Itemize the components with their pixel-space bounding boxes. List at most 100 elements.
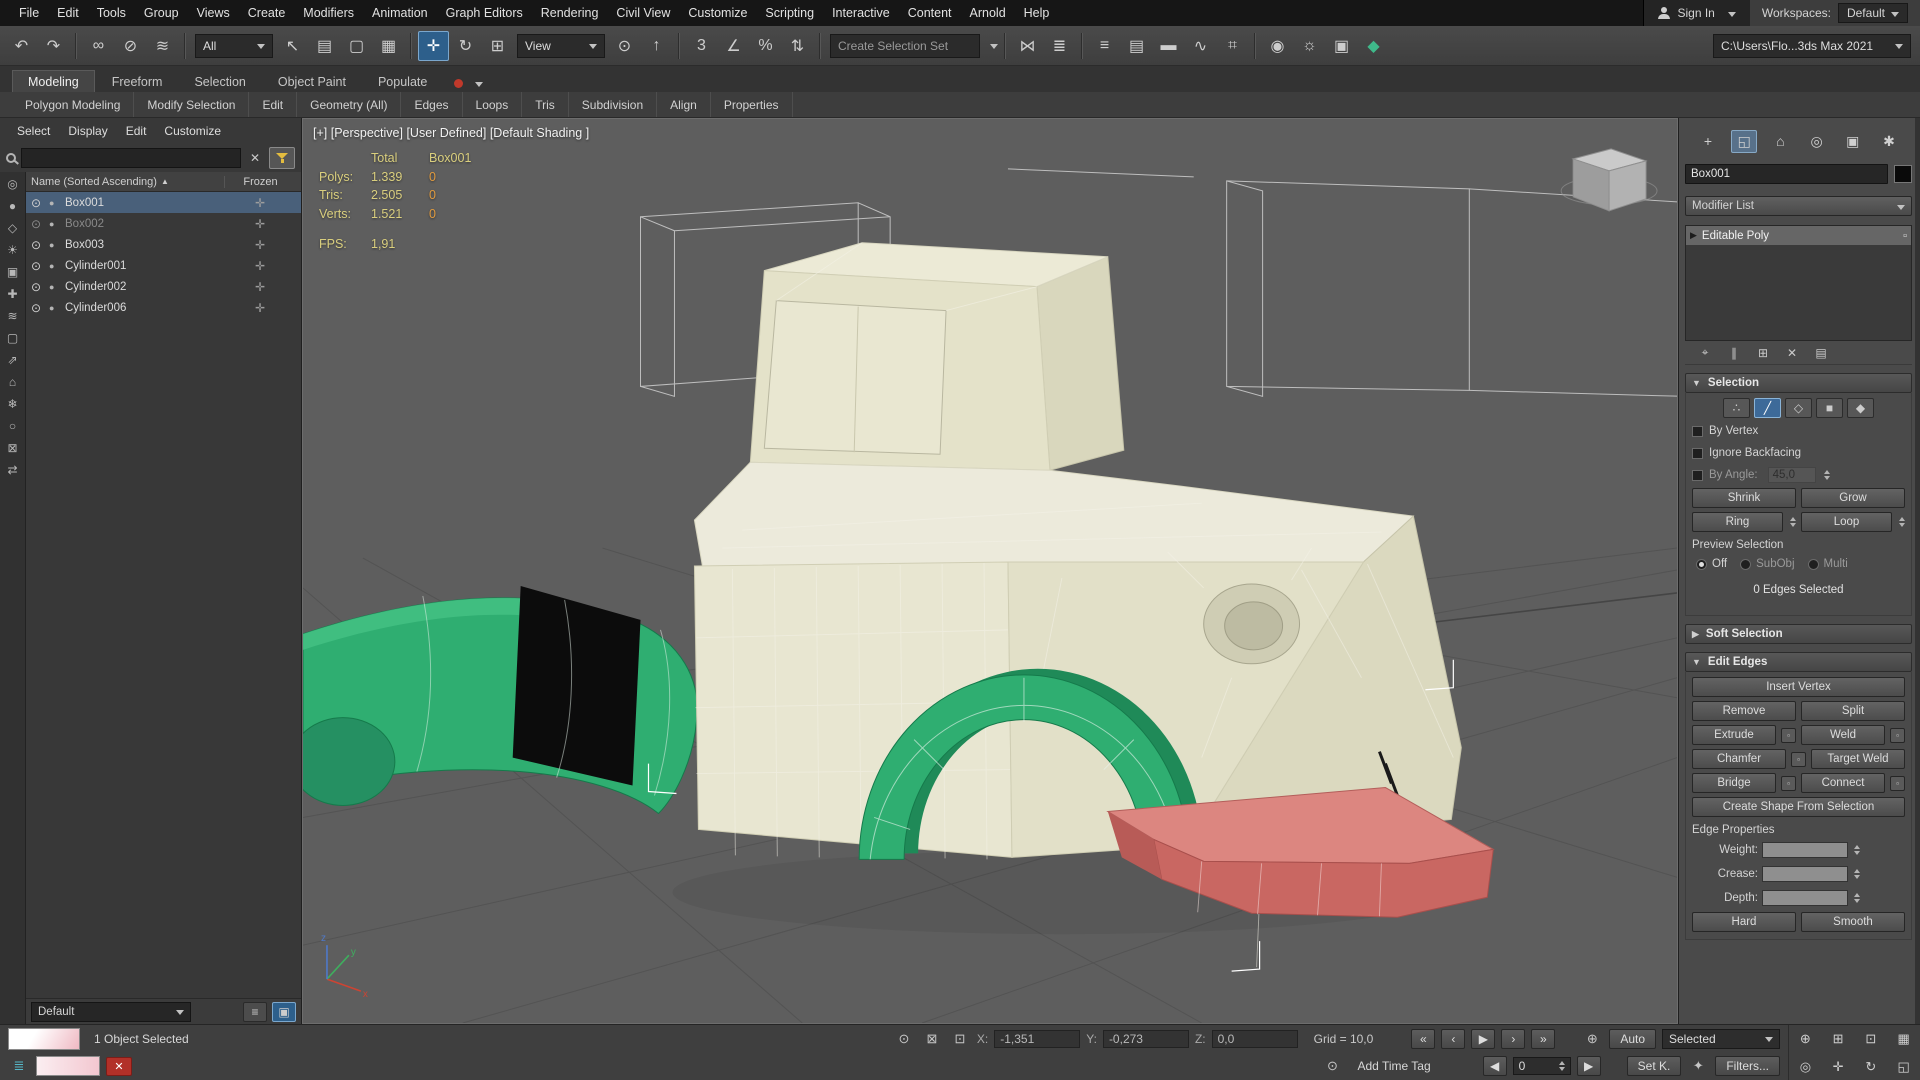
shrink-button[interactable]: Shrink xyxy=(1692,488,1796,508)
explorer-column-header[interactable]: Name (Sorted Ascending) ▲ Frozen xyxy=(26,172,301,192)
by-angle-spinner[interactable] xyxy=(1824,467,1830,483)
undo-button[interactable]: ↶ xyxy=(6,31,37,61)
ring-button[interactable]: Ring xyxy=(1692,512,1783,532)
sync-selection-icon[interactable]: ⇄ xyxy=(3,461,23,479)
isolate-selection-icon[interactable]: ⊙ xyxy=(893,1029,915,1049)
chevron-down-icon[interactable] xyxy=(990,44,998,53)
display-xrefs-icon[interactable]: ⇗ xyxy=(3,351,23,369)
workspace-dropdown[interactable]: Default xyxy=(1838,3,1908,23)
panel-tris[interactable]: Tris xyxy=(522,92,569,117)
utilities-tab[interactable]: ✱ xyxy=(1876,130,1902,153)
modify-tab[interactable]: ◱ xyxy=(1731,130,1757,153)
remove-modifier-icon[interactable]: ✕ xyxy=(1782,344,1802,362)
select-and-link-button[interactable]: ∞ xyxy=(83,31,114,61)
edge-mode-button[interactable]: ╱ xyxy=(1754,398,1781,418)
rollout-soft-selection-header[interactable]: ▶ Soft Selection xyxy=(1685,624,1912,644)
list-item-box003[interactable]: ⊙ ● Box003 ✛ xyxy=(26,234,301,255)
list-item-box002[interactable]: ⊙ ● Box002 ✛ xyxy=(26,213,301,234)
explorer-menu-edit[interactable]: Edit xyxy=(117,124,156,138)
frozen-toggle-icon[interactable]: ✛ xyxy=(224,238,296,252)
explorer-search-input[interactable] xyxy=(21,148,241,168)
align-button[interactable]: ≣ xyxy=(1044,31,1075,61)
named-selection-set-field[interactable] xyxy=(830,34,980,58)
panel-polygon-modeling[interactable]: Polygon Modeling xyxy=(12,92,134,117)
display-shapes-icon[interactable]: ◇ xyxy=(3,219,23,237)
maxscript-icon[interactable]: ≣ xyxy=(8,1056,30,1076)
pin-explorer-button[interactable]: ▣ xyxy=(272,1002,296,1022)
name-column-header[interactable]: Name (Sorted Ascending) xyxy=(31,176,157,188)
weld-button[interactable]: Weld xyxy=(1801,725,1885,745)
next-frame-button[interactable]: › xyxy=(1501,1029,1525,1049)
absolute-offset-icon[interactable]: ⊡ xyxy=(949,1029,971,1049)
selection-lock-icon[interactable]: ⊠ xyxy=(921,1029,943,1049)
viewport[interactable]: x y z [+] [Perspective] [User Defined] [… xyxy=(302,118,1678,1024)
create-shape-button[interactable]: Create Shape From Selection xyxy=(1692,797,1905,817)
percent-snap-button[interactable]: % xyxy=(750,31,781,61)
rollout-edit-edges-header[interactable]: ▼ Edit Edges xyxy=(1685,652,1912,672)
set-keys-button[interactable]: ⊕ xyxy=(1581,1029,1603,1049)
curve-editor-button[interactable]: ∿ xyxy=(1185,31,1216,61)
chamfer-settings-button[interactable]: ▫ xyxy=(1791,752,1806,767)
visibility-icon[interactable]: ⊙ xyxy=(31,301,44,315)
add-time-tag[interactable]: Add Time Tag xyxy=(1357,1059,1430,1073)
maximize-viewport-button[interactable]: ◱ xyxy=(1887,1053,1920,1080)
select-and-move-button[interactable]: ✛ xyxy=(418,31,449,61)
schematic-view-button[interactable]: ⌗ xyxy=(1217,31,1248,61)
filter-button[interactable] xyxy=(269,147,295,169)
go-to-start-button[interactable]: « xyxy=(1411,1029,1435,1049)
sign-in-button[interactable]: Sign In xyxy=(1643,0,1749,26)
spinner-snap-button[interactable]: ⇅ xyxy=(782,31,813,61)
render-setup-button[interactable]: ☼ xyxy=(1294,31,1325,61)
loop-button[interactable]: Loop xyxy=(1801,512,1892,532)
stack-visibility-icon[interactable]: ▫ xyxy=(1903,230,1907,242)
menu-group[interactable]: Group xyxy=(135,0,188,26)
visibility-icon[interactable]: ⊙ xyxy=(31,217,44,231)
menu-help[interactable]: Help xyxy=(1015,0,1059,26)
preview-subobj-radio[interactable] xyxy=(1740,559,1751,570)
visibility-icon[interactable]: ⊙ xyxy=(31,196,44,210)
extrude-button[interactable]: Extrude xyxy=(1692,725,1776,745)
display-hidden-icon[interactable]: ○ xyxy=(3,417,23,435)
layer-list-button[interactable]: ≡ xyxy=(243,1002,267,1022)
menu-rendering[interactable]: Rendering xyxy=(532,0,608,26)
smooth-button[interactable]: Smooth xyxy=(1801,912,1905,932)
hierarchy-tab[interactable]: ⌂ xyxy=(1767,130,1793,153)
bind-spacewarp-button[interactable]: ≋ xyxy=(147,31,178,61)
menu-content[interactable]: Content xyxy=(899,0,961,26)
x-coordinate-field[interactable]: -1,351 xyxy=(994,1030,1080,1048)
reference-coordinate-dropdown[interactable]: View xyxy=(517,34,605,58)
grow-button[interactable]: Grow xyxy=(1801,488,1905,508)
frozen-toggle-icon[interactable]: ✛ xyxy=(224,280,296,294)
split-button[interactable]: Split xyxy=(1801,701,1905,721)
key-filter-icon[interactable]: ✦ xyxy=(1687,1056,1709,1076)
play-button[interactable]: ▶ xyxy=(1471,1029,1495,1049)
menu-animation[interactable]: Animation xyxy=(363,0,437,26)
display-geometry-icon[interactable]: ● xyxy=(3,197,23,215)
explorer-menu-customize[interactable]: Customize xyxy=(155,124,230,138)
field-of-view-button[interactable]: ◎ xyxy=(1789,1053,1822,1080)
frame-forward-button[interactable]: ▶ xyxy=(1577,1056,1601,1076)
zoom-extents-all-button[interactable]: ▦ xyxy=(1887,1025,1920,1053)
frozen-toggle-icon[interactable]: ✛ xyxy=(224,301,296,315)
display-frozen-icon[interactable]: ❄ xyxy=(3,395,23,413)
depth-field[interactable] xyxy=(1762,890,1848,906)
select-and-scale-button[interactable]: ⊞ xyxy=(482,31,513,61)
zoom-extents-button[interactable]: ⊡ xyxy=(1855,1025,1888,1053)
weight-field[interactable] xyxy=(1762,842,1848,858)
rectangular-region-button[interactable]: ▢ xyxy=(341,31,372,61)
polygon-mode-button[interactable]: ■ xyxy=(1816,398,1843,418)
frame-spinner[interactable] xyxy=(1559,1058,1565,1074)
make-unique-icon[interactable]: ⊞ xyxy=(1753,344,1773,362)
configure-modifier-sets-icon[interactable]: ▤ xyxy=(1811,344,1831,362)
select-and-manipulate-button[interactable]: ↑ xyxy=(641,31,672,61)
panel-geometry-all[interactable]: Geometry (All) xyxy=(297,92,401,117)
tab-object-paint[interactable]: Object Paint xyxy=(263,71,361,92)
panel-subdivision[interactable]: Subdivision xyxy=(569,92,657,117)
menu-views[interactable]: Views xyxy=(188,0,239,26)
weld-settings-button[interactable]: ▫ xyxy=(1890,728,1905,743)
border-mode-button[interactable]: ◇ xyxy=(1785,398,1812,418)
panel-edit[interactable]: Edit xyxy=(249,92,297,117)
display-spacewarps-icon[interactable]: ≋ xyxy=(3,307,23,325)
display-containers-icon[interactable]: ⌂ xyxy=(3,373,23,391)
modifier-stack[interactable]: ▶ Editable Poly ▫ xyxy=(1685,225,1912,341)
